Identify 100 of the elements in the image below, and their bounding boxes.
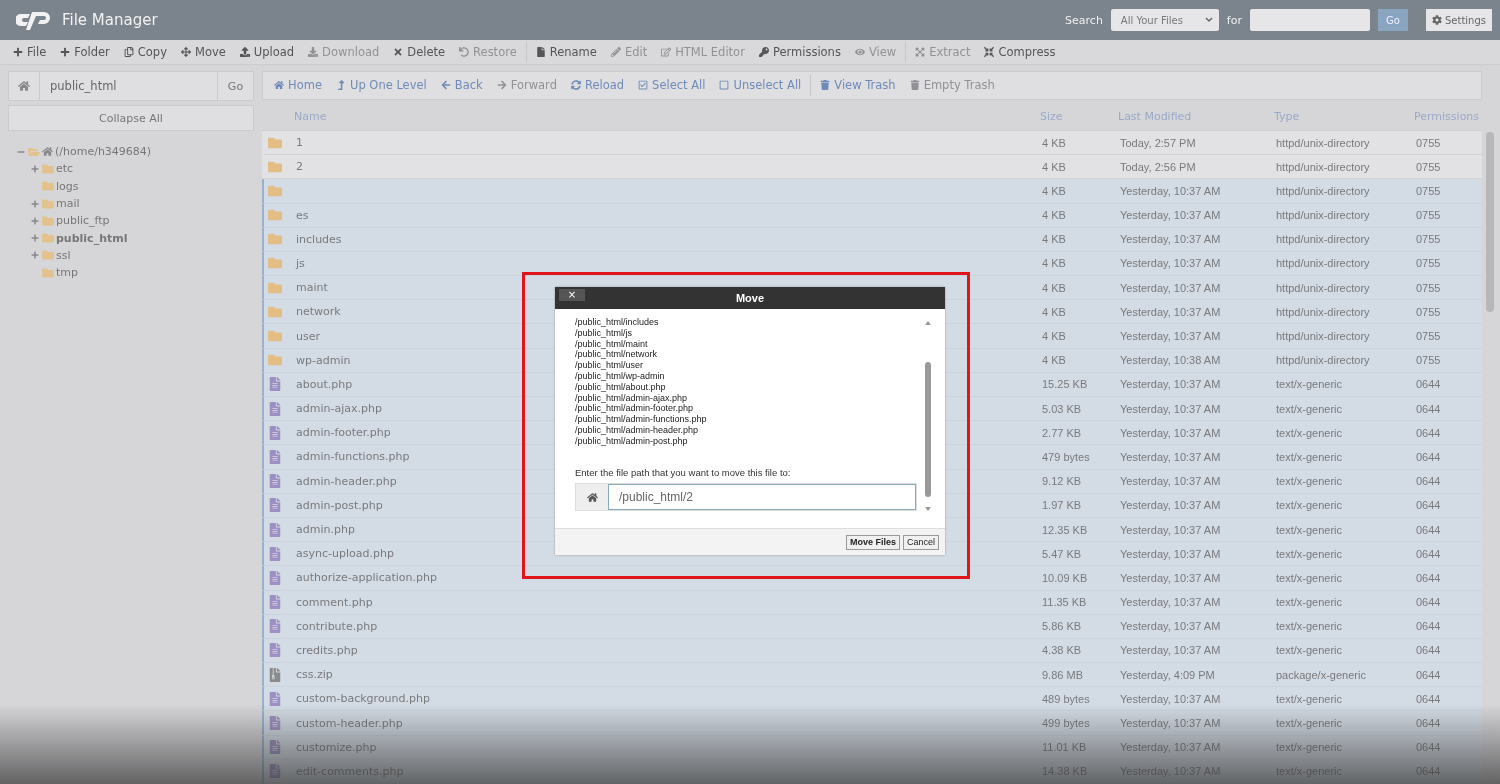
file-name: comment.php	[296, 595, 373, 609]
file-size: 1.97 KB	[1042, 499, 1083, 512]
file-size: 4 KB	[1042, 136, 1067, 149]
file-size: 5.47 KB	[1042, 547, 1083, 560]
file-size: 9.12 KB	[1042, 475, 1083, 488]
file-permissions: 0644	[1416, 547, 1442, 560]
file-name: custom-background.php	[296, 692, 430, 706]
file-size: 4 KB	[1042, 305, 1067, 318]
file-type: text/x-generic	[1276, 475, 1344, 488]
dialog-title: Move	[735, 292, 765, 304]
file-name: contribute.php	[296, 619, 378, 633]
file-type: httpd/unix-directory	[1276, 160, 1371, 173]
file-name: es	[296, 208, 309, 222]
path-entry: /public_html/admin-header.php	[575, 424, 700, 436]
file-size: 4 KB	[1042, 281, 1067, 294]
path-entry: /public_html/admin-footer.php	[575, 403, 695, 415]
file-name: custom-header.php	[296, 716, 403, 730]
file-type: httpd/unix-directory	[1276, 305, 1371, 318]
file-size: 2.77 KB	[1042, 426, 1083, 439]
file-permissions: 0644	[1416, 668, 1442, 681]
file-permissions: 0755	[1416, 330, 1442, 343]
file-type: httpd/unix-directory	[1276, 209, 1371, 222]
file-type: text/x-generic	[1276, 378, 1344, 391]
file-permissions: 0755	[1416, 354, 1442, 367]
path-entry: /public_html/admin-post.php	[575, 435, 689, 447]
path-entry: /public_html/wp-admin	[575, 371, 666, 382]
file-name: admin.php	[296, 523, 355, 537]
file-type: httpd/unix-directory	[1276, 330, 1371, 343]
file-type: text/x-generic	[1276, 717, 1344, 730]
file-name: admin-functions.php	[296, 450, 410, 464]
modified-date: Yesterday, 10:37 AM	[1120, 305, 1222, 318]
file-type: text/x-generic	[1276, 620, 1344, 633]
file-type: package/x-generic	[1276, 668, 1367, 681]
file-size: 10.09 KB	[1042, 571, 1089, 584]
file-permissions: 0755	[1416, 160, 1442, 173]
file-size: 11.35 KB	[1042, 596, 1088, 609]
modified-date: Yesterday, 10:37 AM	[1120, 378, 1222, 391]
modified-date: Today, 2:56 PM	[1120, 160, 1197, 173]
file-name: about.php	[296, 377, 353, 391]
modified-date: Yesterday, 10:37 AM	[1120, 523, 1222, 536]
modified-date: Yesterday, 10:37 AM	[1120, 426, 1222, 439]
path-entry: /public_html/network	[575, 349, 659, 361]
file-name: admin-ajax.php	[296, 402, 382, 416]
file-type: text/x-generic	[1276, 547, 1344, 560]
file-type: text/x-generic	[1276, 426, 1344, 439]
file-permissions: 0755	[1416, 281, 1442, 294]
file-type: text/x-generic	[1276, 644, 1344, 657]
file-permissions: 0755	[1416, 184, 1442, 197]
modified-date: Yesterday, 10:37 AM	[1120, 402, 1222, 415]
modified-date: Yesterday, 10:37 AM	[1120, 717, 1222, 730]
file-size: 4 KB	[1042, 354, 1067, 367]
modified-date: Yesterday, 10:37 AM	[1120, 547, 1222, 560]
modified-date: Yesterday, 10:37 AM	[1120, 644, 1222, 657]
file-size: 4 KB	[1042, 233, 1067, 246]
file-size: 4 KB	[1042, 330, 1067, 343]
modified-date: Yesterday, 10:37 AM	[1120, 571, 1222, 584]
file-name: js	[296, 256, 305, 270]
file-size: 5.03 KB	[1042, 402, 1083, 415]
file-name: admin-footer.php	[296, 426, 391, 440]
file-size: 479 bytes	[1042, 450, 1091, 463]
modified-date: Yesterday, 4:09 PM	[1120, 668, 1216, 681]
file-permissions: 0644	[1416, 523, 1442, 536]
modified-date: Yesterday, 10:37 AM	[1120, 620, 1222, 633]
file-size: 489 bytes	[1042, 692, 1091, 705]
file-size: 12.35 KB	[1042, 523, 1089, 536]
for-label: for	[1226, 13, 1242, 27]
file-permissions: 0644	[1416, 692, 1442, 705]
app-title: File Manager	[62, 11, 159, 29]
file-type: httpd/unix-directory	[1276, 136, 1371, 149]
modified-date: Yesterday, 10:37 AM	[1120, 450, 1222, 463]
path-entry: /public_html/about.php	[575, 381, 667, 393]
file-name: 1	[296, 136, 303, 150]
file-size: 4 KB	[1042, 184, 1067, 197]
modified-date: Yesterday, 10:37 AM	[1120, 330, 1222, 343]
modified-date: Yesterday, 10:37 AM	[1120, 499, 1222, 512]
file-name: authorize-application.php	[296, 571, 437, 585]
file-permissions: 0755	[1416, 257, 1442, 270]
file-permissions: 0644	[1416, 644, 1442, 657]
file-name: credits.php	[296, 643, 358, 657]
file-permissions: 0644	[1416, 596, 1442, 609]
path-entry: /public_html/js	[575, 327, 634, 339]
file-permissions: 0644	[1416, 475, 1442, 488]
file-size: 9.86 MB	[1042, 668, 1084, 681]
file-permissions: 0644	[1416, 402, 1442, 415]
file-size: 499 bytes	[1042, 717, 1091, 730]
file-type: httpd/unix-directory	[1276, 281, 1371, 294]
path-entry: /public_html/admin-functions.php	[575, 414, 708, 425]
file-type: httpd/unix-directory	[1276, 233, 1371, 246]
file-type: text/x-generic	[1276, 571, 1344, 584]
modified-date: Yesterday, 10:37 AM	[1120, 257, 1222, 270]
file-permissions: 0644	[1416, 741, 1442, 754]
path-entry: /public_html/maint	[575, 338, 649, 350]
file-type: httpd/unix-directory	[1276, 257, 1371, 270]
modified-date: Yesterday, 10:37 AM	[1120, 596, 1222, 609]
file-permissions: 0755	[1416, 305, 1442, 318]
file-name: user	[296, 329, 320, 343]
file-size: 11.01 KB	[1042, 741, 1088, 754]
path-entry: /public_html/user	[575, 360, 645, 371]
file-name: maint	[296, 281, 328, 295]
file-name: css.zip	[296, 668, 333, 682]
